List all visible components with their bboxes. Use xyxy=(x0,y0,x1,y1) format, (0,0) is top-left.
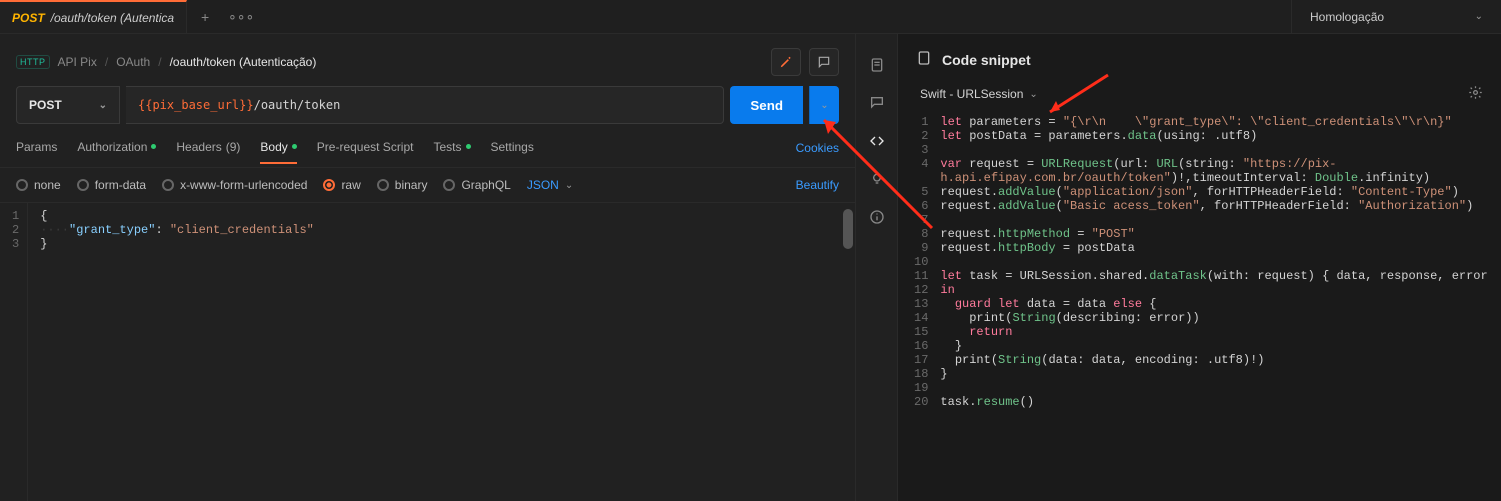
info-icon[interactable] xyxy=(868,208,886,226)
chevron-down-icon: ⌄ xyxy=(1029,89,1037,100)
new-tab-button[interactable]: + xyxy=(187,0,223,33)
gear-icon xyxy=(1468,85,1483,100)
snippet-doc-icon xyxy=(916,50,932,69)
right-icon-rail xyxy=(856,34,898,501)
status-dot-icon xyxy=(466,144,471,149)
snippet-title: Code snippet xyxy=(942,52,1031,68)
bulb-icon[interactable] xyxy=(868,170,886,188)
tab-method: POST xyxy=(12,11,45,25)
radio-raw[interactable]: raw xyxy=(323,178,360,192)
http-badge-icon: HTTP xyxy=(16,55,50,69)
send-button[interactable]: Send xyxy=(730,86,803,124)
environment-picker[interactable]: Homologação ⌄ xyxy=(1291,0,1501,33)
method-value: POST xyxy=(29,98,62,112)
status-dot-icon xyxy=(151,144,156,149)
tab-title: /oauth/token (Autentica xyxy=(51,11,174,25)
url-input[interactable]: {{pix_base_url}}/oauth/token xyxy=(126,86,724,124)
body-type-row: none form-data x-www-form-urlencoded raw… xyxy=(0,168,855,202)
chevron-down-icon: ⌄ xyxy=(820,100,828,111)
radio-xwww[interactable]: x-www-form-urlencoded xyxy=(162,178,307,192)
breadcrumb-sep: / xyxy=(158,55,161,69)
cookies-link[interactable]: Cookies xyxy=(796,141,839,163)
snippet-body: let parameters = "{\r\n \"grant_type\": … xyxy=(936,113,1501,501)
tab-authorization[interactable]: Authorization xyxy=(77,140,156,164)
send-options-button[interactable]: ⌄ xyxy=(809,86,839,124)
comment-button[interactable] xyxy=(809,48,839,76)
breadcrumb-current: /oauth/token (Autenticação) xyxy=(170,55,317,69)
radio-formdata[interactable]: form-data xyxy=(77,178,146,192)
breadcrumb-sep: / xyxy=(105,55,108,69)
radio-none[interactable]: none xyxy=(16,178,61,192)
comments-icon[interactable] xyxy=(868,94,886,112)
tab-overflow-button[interactable]: ∘∘∘ xyxy=(223,0,259,33)
tab-prerequest[interactable]: Pre-request Script xyxy=(317,140,414,164)
tab-request[interactable]: POST /oauth/token (Autentica xyxy=(0,0,187,33)
radio-graphql[interactable]: GraphQL xyxy=(443,178,510,192)
tab-body[interactable]: Body xyxy=(260,140,296,164)
environment-name: Homologação xyxy=(1310,10,1384,24)
tab-params[interactable]: Params xyxy=(16,140,57,164)
radio-icon xyxy=(16,179,28,191)
tab-tests[interactable]: Tests xyxy=(433,140,470,164)
radio-binary[interactable]: binary xyxy=(377,178,428,192)
tab-settings[interactable]: Settings xyxy=(491,140,534,164)
radio-icon xyxy=(162,179,174,191)
tab-strip: POST /oauth/token (Autentica + ∘∘∘ Homol… xyxy=(0,0,1501,34)
scrollbar-thumb[interactable] xyxy=(843,209,853,249)
chevron-down-icon: ⌄ xyxy=(565,180,573,191)
beautify-link[interactable]: Beautify xyxy=(796,178,839,192)
chevron-down-icon: ⌄ xyxy=(1475,11,1483,22)
url-path: /oauth/token xyxy=(254,98,341,112)
snippet-gutter: 1 2 3 4 5 6 7 8 9 10 11 12 13 14 15 16 1… xyxy=(898,113,936,501)
tab-headers[interactable]: Headers (9) xyxy=(176,140,240,164)
pencil-icon xyxy=(779,55,793,69)
edit-button[interactable] xyxy=(771,48,801,76)
breadcrumb-mid[interactable]: OAuth xyxy=(116,55,150,69)
raw-subtype-select[interactable]: JSON⌄ xyxy=(527,178,573,192)
chevron-down-icon: ⌄ xyxy=(99,100,107,111)
request-tabs: Params Authorization Headers (9) Body Pr… xyxy=(0,136,855,168)
body-editor[interactable]: 1 2 3 { ····"grant_type": "client_creden… xyxy=(0,202,855,501)
code-icon[interactable] xyxy=(868,132,886,150)
url-variable: {{pix_base_url}} xyxy=(138,98,254,112)
snippet-settings-button[interactable] xyxy=(1468,85,1483,103)
method-select[interactable]: POST ⌄ xyxy=(16,86,120,124)
status-dot-icon xyxy=(292,144,297,149)
docs-icon[interactable] xyxy=(868,56,886,74)
editor-code[interactable]: { ····"grant_type": "client_credentials"… xyxy=(28,203,855,501)
radio-icon xyxy=(77,179,89,191)
radio-icon xyxy=(323,179,335,191)
breadcrumb-bar: HTTP API Pix / OAuth / /oauth/token (Aut… xyxy=(0,34,855,86)
editor-gutter: 1 2 3 xyxy=(0,203,28,501)
snippet-code[interactable]: 1 2 3 4 5 6 7 8 9 10 11 12 13 14 15 16 1… xyxy=(898,109,1501,501)
radio-icon xyxy=(443,179,455,191)
send-label: Send xyxy=(750,98,783,113)
radio-icon xyxy=(377,179,389,191)
comment-icon xyxy=(817,55,831,69)
breadcrumb-root[interactable]: API Pix xyxy=(58,55,97,69)
snippet-language-select[interactable]: Swift - URLSession ⌄ xyxy=(920,87,1038,101)
